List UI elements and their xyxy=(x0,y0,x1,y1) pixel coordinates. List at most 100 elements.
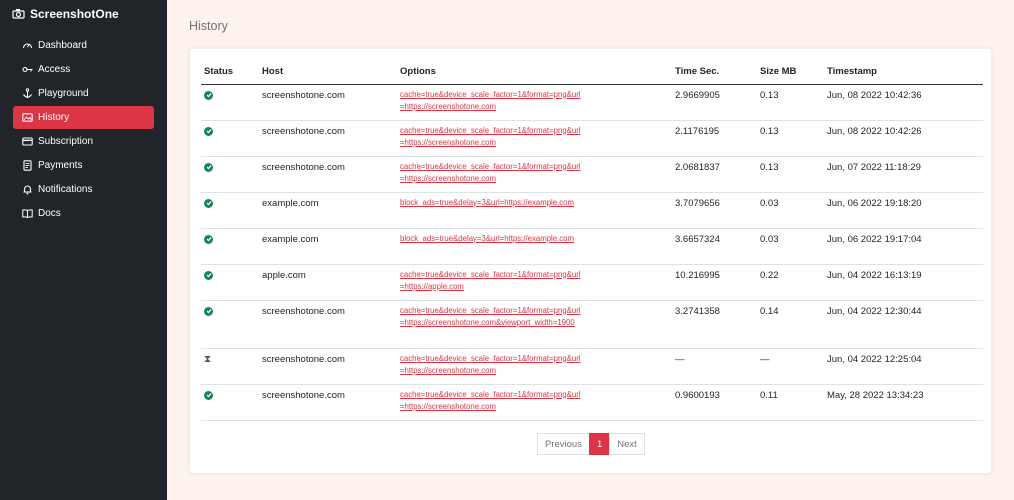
hourglass-icon: ⧗ xyxy=(204,353,212,365)
time-cell: 2.1176195 xyxy=(672,120,757,157)
options-cell: block_ads=true&delay=3&url=https://examp… xyxy=(397,192,672,229)
size-cell: — xyxy=(757,348,824,385)
sidebar-item-label: Docs xyxy=(38,208,61,219)
key-icon xyxy=(22,64,33,75)
speedometer-icon xyxy=(22,40,33,51)
table-row: screenshotone.com cache=true&device_scale… xyxy=(201,384,983,421)
bell-icon xyxy=(22,184,33,195)
table-body: screenshotone.com cache=true&device_scale… xyxy=(201,84,983,421)
options-cell: cache=true&device_scale_factor=1&format=… xyxy=(397,384,672,421)
sidebar-item-playground[interactable]: Playground xyxy=(13,82,154,105)
options-cell: cache=true&device_scale_factor=1&format=… xyxy=(397,156,672,193)
status-cell: ⧗ xyxy=(201,348,259,385)
check-circle-icon xyxy=(204,306,213,316)
sidebar-item-docs[interactable]: Docs xyxy=(13,202,154,225)
options-cell: cache=true&device_scale_factor=1&format=… xyxy=(397,84,672,121)
time-cell: 2.9669905 xyxy=(672,84,757,121)
sidebar-item-label: History xyxy=(38,112,70,123)
options-link[interactable]: cache=true&device_scale_factor=1&format=… xyxy=(400,269,582,293)
host-cell: example.com xyxy=(259,228,397,265)
options-cell: cache=true&device_scale_factor=1&format=… xyxy=(397,264,672,301)
sidebar-item-subscription[interactable]: Subscription xyxy=(13,130,154,153)
options-link[interactable]: cache=true&device_scale_factor=1&format=… xyxy=(400,353,582,377)
table-row: ⧗ screenshotone.com cache=true&device_scal… xyxy=(201,348,983,385)
sidebar-item-access[interactable]: Access xyxy=(13,58,154,81)
timestamp-cell: Jun, 06 2022 19:17:04 xyxy=(824,228,983,265)
table-row: example.com block_ads=true&delay=3&url=ht… xyxy=(201,228,983,265)
options-link[interactable]: cache=true&device_scale_factor=1&format=… xyxy=(400,389,582,413)
options-link[interactable]: cache=true&device_scale_factor=1&format=… xyxy=(400,305,582,329)
sidebar-item-dashboard[interactable]: Dashboard xyxy=(13,34,154,57)
sidebar-item-label: Playground xyxy=(38,88,89,99)
time-cell: 0.9600193 xyxy=(672,384,757,421)
check-circle-icon xyxy=(204,390,213,400)
size-cell: 0.13 xyxy=(757,84,824,121)
options-link[interactable]: cache=true&device_scale_factor=1&format=… xyxy=(400,125,582,149)
status-cell xyxy=(201,264,259,301)
anchor-icon xyxy=(22,88,33,99)
host-cell: screenshotone.com xyxy=(259,120,397,157)
check-circle-icon xyxy=(204,162,213,172)
status-cell xyxy=(201,84,259,121)
options-link[interactable]: cache=true&device_scale_factor=1&format=… xyxy=(400,89,582,113)
options-cell: cache=true&device_scale_factor=1&format=… xyxy=(397,120,672,157)
time-cell: 3.6657324 xyxy=(672,228,757,265)
time-cell: 3.7079656 xyxy=(672,192,757,229)
sidebar: ScreenshotOne Dashboard Access Playgroun… xyxy=(0,0,167,500)
page-title: History xyxy=(189,19,228,33)
options-cell: cache=true&device_scale_factor=1&format=… xyxy=(397,348,672,385)
main-content: History Status Host Options Time Sec. Si… xyxy=(167,0,1014,500)
time-cell: 10.216995 xyxy=(672,264,757,301)
sidebar-item-label: Dashboard xyxy=(38,40,87,51)
sidebar-item-payments[interactable]: Payments xyxy=(13,154,154,177)
sidebar-item-notifications[interactable]: Notifications xyxy=(13,178,154,201)
timestamp-cell: Jun, 07 2022 11:18:29 xyxy=(824,156,983,193)
images-icon xyxy=(22,112,33,123)
size-cell: 0.13 xyxy=(757,120,824,157)
options-link[interactable]: block_ads=true&delay=3&url=https://examp… xyxy=(400,233,582,245)
time-cell: 3.2741358 xyxy=(672,300,757,349)
size-cell: 0.03 xyxy=(757,228,824,265)
check-circle-icon xyxy=(204,234,213,244)
size-cell: 0.22 xyxy=(757,264,824,301)
header-time: Time Sec. xyxy=(672,60,757,85)
timestamp-cell: Jun, 04 2022 16:13:19 xyxy=(824,264,983,301)
table-row: screenshotone.com cache=true&device_scale… xyxy=(201,156,983,193)
timestamp-cell: Jun, 06 2022 19:18:20 xyxy=(824,192,983,229)
book-icon xyxy=(22,208,33,219)
host-cell: screenshotone.com xyxy=(259,84,397,121)
status-cell xyxy=(201,120,259,157)
options-cell: cache=true&device_scale_factor=1&format=… xyxy=(397,300,672,349)
timestamp-cell: May, 28 2022 13:34:23 xyxy=(824,384,983,421)
previous-page-button[interactable]: Previous xyxy=(537,433,590,455)
options-link[interactable]: block_ads=true&delay=3&url=https://examp… xyxy=(400,197,582,209)
table-row: screenshotone.com cache=true&device_scale… xyxy=(201,84,983,121)
status-cell xyxy=(201,192,259,229)
timestamp-cell: Jun, 04 2022 12:25:04 xyxy=(824,348,983,385)
check-circle-icon xyxy=(204,198,213,208)
header-options: Options xyxy=(397,60,672,85)
table-row: example.com block_ads=true&delay=3&url=ht… xyxy=(201,192,983,229)
next-page-button[interactable]: Next xyxy=(609,433,645,455)
camera-logo-icon xyxy=(12,9,25,19)
size-cell: 0.14 xyxy=(757,300,824,349)
host-cell: screenshotone.com xyxy=(259,300,397,349)
check-circle-icon xyxy=(204,90,213,100)
current-page-button[interactable]: 1 xyxy=(588,433,611,455)
sidebar-item-label: Notifications xyxy=(38,184,93,195)
header-size: Size MB xyxy=(757,60,824,85)
check-circle-icon xyxy=(204,126,213,136)
sidebar-item-history[interactable]: History xyxy=(13,106,154,129)
size-cell: 0.13 xyxy=(757,156,824,193)
header-timestamp: Timestamp xyxy=(824,60,983,85)
options-link[interactable]: cache=true&device_scale_factor=1&format=… xyxy=(400,161,582,185)
size-cell: 0.03 xyxy=(757,192,824,229)
check-circle-icon xyxy=(204,270,213,280)
time-cell: 2.0681837 xyxy=(672,156,757,193)
brand[interactable]: ScreenshotOne xyxy=(0,0,167,27)
sidebar-item-label: Payments xyxy=(38,160,83,171)
status-cell xyxy=(201,156,259,193)
receipt-icon xyxy=(22,160,33,171)
size-cell: 0.11 xyxy=(757,384,824,421)
sidebar-item-label: Access xyxy=(38,64,71,75)
